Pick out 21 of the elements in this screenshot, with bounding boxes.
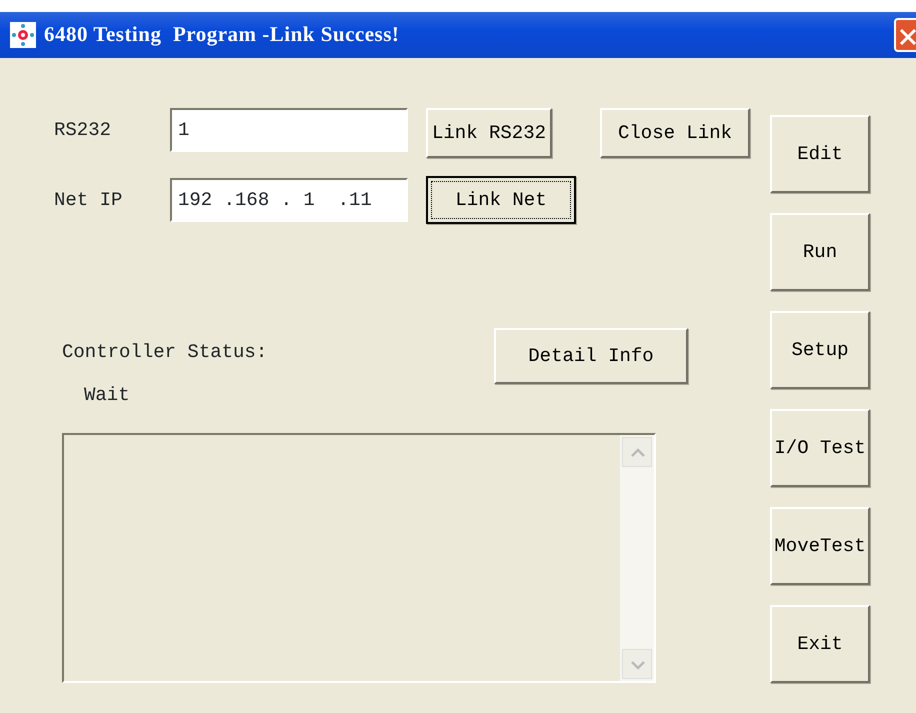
link-button[interactable]: Link RS232 — [426, 108, 552, 158]
side-button[interactable]: Exit — [770, 605, 870, 683]
side-button[interactable]: I/O Test — [770, 409, 870, 487]
side-button[interactable]: MoveTest — [770, 507, 870, 585]
scrollbar[interactable] — [620, 435, 654, 681]
input-field[interactable]: 192 .168 . 1 .11 — [170, 178, 408, 222]
side-button[interactable]: Edit — [770, 115, 870, 193]
side-button[interactable]: Run — [770, 213, 870, 291]
link-button[interactable]: Link Net — [426, 176, 576, 224]
window-title: 6480 Testing Program -Link Success! — [44, 21, 400, 48]
app-icon — [10, 22, 36, 48]
status-label: Controller Status: — [62, 340, 268, 365]
link-button[interactable]: Close Link — [600, 108, 750, 158]
close-button[interactable] — [894, 18, 916, 52]
field-label: RS232 — [54, 118, 112, 143]
field-label: Net IP — [54, 188, 124, 213]
close-icon — [898, 26, 916, 45]
input-field[interactable]: 1 — [170, 108, 408, 152]
side-button[interactable]: Setup — [770, 311, 870, 389]
status-value: Wait — [84, 382, 130, 408]
detail-info-button[interactable]: Detail Info — [494, 328, 688, 384]
